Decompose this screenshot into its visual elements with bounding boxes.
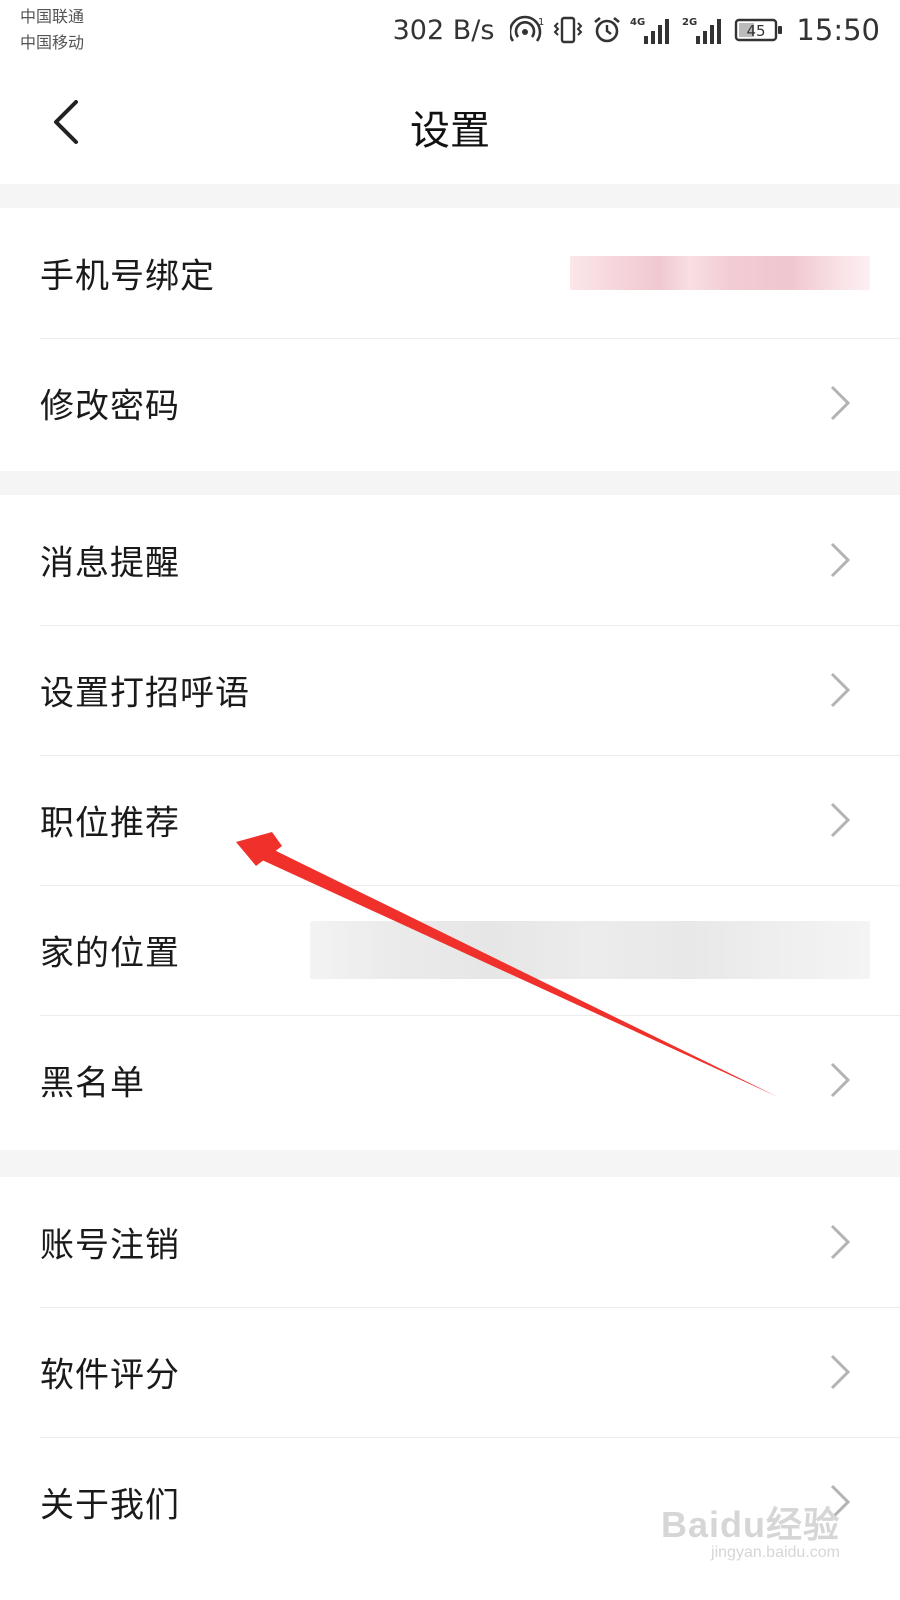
clock: 15:50 xyxy=(796,13,880,47)
settings-item-label: 修改密码 xyxy=(40,386,180,427)
status-indicators: 302 B/s 1 4G 2G 45 15:50 xyxy=(393,12,880,48)
redacted-phone-value xyxy=(570,256,870,290)
alarm-icon xyxy=(592,15,622,45)
chevron-right-icon xyxy=(830,542,851,578)
settings-group-account: 手机号绑定 修改密码 xyxy=(0,208,900,471)
settings-item-blacklist[interactable]: 黑名单 xyxy=(0,1015,900,1145)
settings-item-greeting[interactable]: 设置打招呼语 xyxy=(0,625,900,755)
settings-item-label: 黑名单 xyxy=(40,1063,145,1104)
chevron-right-icon xyxy=(830,1062,851,1098)
svg-text:1: 1 xyxy=(538,17,544,28)
carrier-secondary: 中国移动 xyxy=(20,33,85,52)
settings-item-label: 软件评分 xyxy=(40,1355,180,1396)
signal-2g-icon: 2G xyxy=(682,14,726,46)
settings-item-label: 消息提醒 xyxy=(40,543,180,584)
settings-item-label: 设置打招呼语 xyxy=(40,673,250,714)
settings-item-label: 手机号绑定 xyxy=(40,256,215,297)
baidu-watermark: Baidu经验 jingyan.baidu.com xyxy=(661,1496,840,1562)
chevron-right-icon xyxy=(830,1224,851,1260)
chevron-right-icon xyxy=(830,672,851,708)
network-type-1: 4G xyxy=(630,17,645,28)
settings-item-home-location[interactable]: 家的位置 xyxy=(0,885,900,1015)
settings-item-account-deletion[interactable]: 账号注销 xyxy=(0,1177,900,1307)
chevron-right-icon xyxy=(830,1354,851,1390)
settings-group-preferences: 消息提醒 设置打招呼语 职位推荐 家的位置 黑名单 xyxy=(0,495,900,1150)
redacted-home-value xyxy=(310,921,870,979)
network-speed: 302 B/s xyxy=(392,14,495,46)
settings-item-change-password[interactable]: 修改密码 xyxy=(0,338,900,468)
chevron-right-icon xyxy=(830,802,851,838)
settings-item-label: 关于我们 xyxy=(40,1485,180,1526)
battery-level: 45 xyxy=(747,22,766,40)
watermark-logo: Baidu经验 xyxy=(660,1504,840,1545)
hotspot-icon: 1 xyxy=(510,15,544,45)
settings-item-rate-app[interactable]: 软件评分 xyxy=(0,1307,900,1437)
settings-item-notifications[interactable]: 消息提醒 xyxy=(0,495,900,625)
settings-item-label: 账号注销 xyxy=(40,1225,180,1266)
vibrate-icon xyxy=(552,15,584,45)
signal-4g-icon: 4G xyxy=(630,14,674,46)
battery-icon: 45 xyxy=(734,15,784,45)
settings-item-label: 职位推荐 xyxy=(40,803,180,844)
carrier-primary: 中国联通 xyxy=(20,7,85,26)
chevron-right-icon xyxy=(830,385,851,421)
status-bar: 中国联通 中国移动 302 B/s 1 4G 2G 45 15:50 xyxy=(0,0,900,60)
settings-item-label: 家的位置 xyxy=(40,933,180,974)
nav-bar: 设置 xyxy=(0,60,900,184)
settings-item-phone-binding[interactable]: 手机号绑定 xyxy=(0,208,900,338)
network-type-2: 2G xyxy=(682,17,697,28)
settings-item-job-recommendation[interactable]: 职位推荐 xyxy=(0,755,900,885)
page-title: 设置 xyxy=(410,108,490,154)
